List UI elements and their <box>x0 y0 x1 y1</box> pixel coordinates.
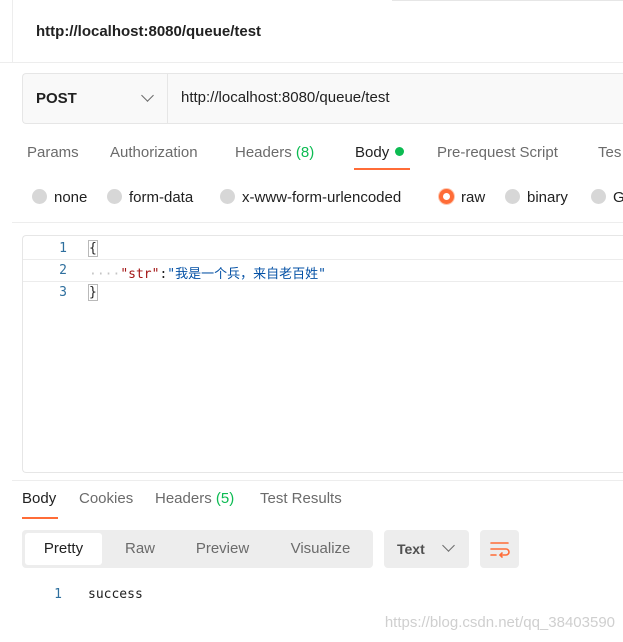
tab-tests[interactable]: Tes <box>598 144 621 161</box>
view-visualize-button[interactable]: Visualize <box>271 533 370 565</box>
chevron-down-icon <box>442 539 455 552</box>
response-tab-body[interactable]: Body <box>22 490 56 507</box>
view-preview-button[interactable]: Preview <box>178 533 267 565</box>
tab-label: Pre-request Script <box>437 144 558 161</box>
radio-none[interactable]: none <box>32 189 87 206</box>
code-text: { <box>88 240 98 257</box>
editor-line: 1 { <box>23 238 623 260</box>
method-label: POST <box>36 90 77 107</box>
status-dot-icon <box>395 147 405 156</box>
tab-count: (8) <box>295 144 315 161</box>
radio-raw[interactable]: raw <box>439 189 485 206</box>
tab-label: Params <box>27 144 79 161</box>
tab-body[interactable]: Body <box>355 144 405 161</box>
response-tab-cookies[interactable]: Cookies <box>79 490 133 507</box>
radio-icon <box>505 189 520 204</box>
tab-label: Test Results <box>260 490 342 507</box>
tab-label: Headers <box>155 490 212 507</box>
line-number: 1 <box>54 587 62 602</box>
code-text: ····"str":"我是一个兵，来自老百姓" <box>89 263 326 282</box>
view-pretty-button[interactable]: Pretty <box>25 533 102 565</box>
response-tab-headers[interactable]: Headers (5) <box>155 490 234 507</box>
active-tab-indicator <box>354 168 410 170</box>
radio-selected-icon <box>439 189 454 204</box>
method-select[interactable]: POST <box>23 74 168 123</box>
response-text: success <box>88 587 143 602</box>
radio-binary[interactable]: binary <box>505 189 568 206</box>
tab-label: Headers <box>235 144 292 161</box>
wrap-lines-button[interactable] <box>480 530 519 568</box>
tab-label: Body <box>22 490 57 507</box>
whitespace-markers: ···· <box>89 267 121 282</box>
tab-count: (5) <box>215 490 235 507</box>
response-line: 1 success <box>0 585 623 605</box>
radio-label: form-data <box>129 189 194 206</box>
radio-label: none <box>54 189 88 206</box>
view-raw-button[interactable]: Raw <box>106 533 174 565</box>
url-value: http://localhost:8080/queue/test <box>181 89 390 106</box>
tab-authorization[interactable]: Authorization <box>110 144 198 161</box>
editor-line-current: 2 ····"str":"我是一个兵，来自老百姓" <box>23 259 623 282</box>
request-tabs: Params Authorization Headers (8) Body Pr… <box>0 140 623 170</box>
radio-label: x-www-form-urlencoded <box>242 189 402 206</box>
editor-line: 3 } <box>23 282 623 304</box>
radio-x-www-form-urlencoded[interactable]: x-www-form-urlencoded <box>220 189 401 206</box>
active-tab-indicator <box>22 517 58 519</box>
radio-icon <box>32 189 47 204</box>
tab-label: Cookies <box>79 490 134 507</box>
format-select[interactable]: Text <box>384 530 469 568</box>
radio-form-data[interactable]: form-data <box>107 189 193 206</box>
radio-label: raw <box>461 189 486 206</box>
line-number: 2 <box>59 263 67 278</box>
radio-graphql[interactable]: G <box>591 189 623 206</box>
code-text: } <box>88 284 98 301</box>
json-key: "str" <box>120 267 160 282</box>
url-input[interactable]: http://localhost:8080/queue/test <box>167 74 623 123</box>
radio-icon <box>107 189 122 204</box>
sidebar-edge <box>0 0 13 62</box>
radio-icon <box>220 189 235 204</box>
body-type-radios: none form-data x-www-form-urlencoded raw… <box>0 186 623 212</box>
request-body-editor[interactable]: 1 { 2 ····"str":"我是一个兵，来自老百姓" 3 } <box>22 235 623 473</box>
line-number: 1 <box>59 241 67 256</box>
radio-label: G <box>613 189 623 206</box>
chevron-down-icon <box>141 89 154 102</box>
response-tabs: Body Cookies Headers (5) Test Results <box>0 490 623 522</box>
radio-label: binary <box>527 189 568 206</box>
divider <box>12 222 623 223</box>
format-label: Text <box>397 541 425 557</box>
request-title[interactable]: http://localhost:8080/queue/test <box>36 23 261 40</box>
tab-headers[interactable]: Headers (8) <box>235 144 314 161</box>
tab-label: Authorization <box>110 144 198 161</box>
response-tab-test-results[interactable]: Test Results <box>260 490 342 507</box>
radio-icon <box>591 189 606 204</box>
tab-label: Tes <box>598 144 622 161</box>
url-bar: POST http://localhost:8080/queue/test <box>22 73 623 124</box>
tab-label: Body <box>355 144 390 161</box>
request-title-bar: http://localhost:8080/queue/test <box>0 0 623 63</box>
watermark: https://blog.csdn.net/qq_38403590 <box>384 614 615 631</box>
view-mode-group: Pretty Raw Preview Visualize <box>22 530 373 568</box>
tab-params[interactable]: Params <box>27 144 79 161</box>
divider <box>12 480 623 481</box>
wrap-lines-icon <box>490 542 510 558</box>
divider <box>392 0 623 1</box>
json-value: "我是一个兵，来自老百姓" <box>167 267 326 282</box>
line-number: 3 <box>59 285 67 300</box>
tab-pre-request-script[interactable]: Pre-request Script <box>437 144 558 161</box>
